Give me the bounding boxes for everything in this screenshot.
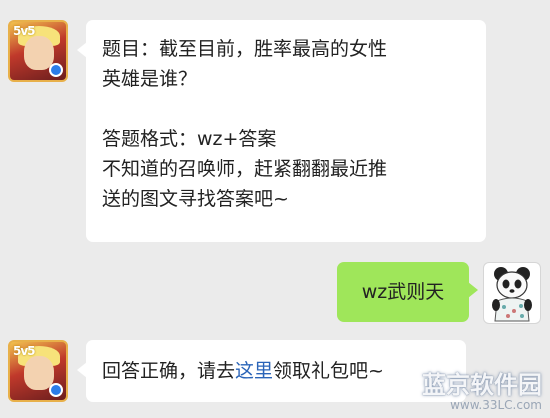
watermark-url: www.33LC.com — [450, 398, 542, 412]
hint-line-2: 送的图文寻找答案吧~ — [102, 188, 289, 210]
panda-avatar-icon — [492, 267, 532, 322]
user-avatar[interactable] — [483, 262, 541, 324]
qq-badge-icon — [49, 63, 63, 77]
game-logo-text: 5v5 — [13, 24, 36, 38]
site-watermark: 蓝京软件园 www.33LC.com — [422, 372, 542, 412]
question-line-2: 英雄是谁？ — [102, 68, 198, 90]
answer-message-bubble[interactable]: wz武则天 — [337, 262, 478, 322]
hint-line-1: 不知道的召唤师，赶紧翻翻最近推 — [102, 158, 388, 180]
confirmation-text-after: 领取礼包吧~ — [273, 360, 384, 382]
question-line-1: 题目：截至目前，胜率最高的女性 — [102, 38, 388, 60]
answer-text: wz武则天 — [361, 281, 445, 303]
confirmation-text-before: 回答正确，请去 — [102, 360, 236, 382]
watermark-title: 蓝京软件园 — [422, 371, 542, 399]
game-logo-text: 5v5 — [13, 344, 36, 358]
confirmation-text: 回答正确，请去这里领取礼包吧~ — [102, 356, 452, 386]
gift-link[interactable]: 这里 — [235, 360, 273, 382]
confirmation-message-bubble[interactable]: 回答正确，请去这里领取礼包吧~ — [77, 340, 466, 402]
question-message-bubble[interactable]: 题目：截至目前，胜率最高的女性 英雄是谁？ 答题格式：wz+答案 不知道的召唤师… — [77, 20, 486, 242]
answer-format-line: 答题格式：wz+答案 — [102, 128, 277, 150]
qq-badge-icon — [49, 383, 63, 397]
game-account-avatar[interactable]: 5v5 — [8, 20, 68, 82]
game-account-avatar-2[interactable]: 5v5 — [8, 340, 68, 402]
